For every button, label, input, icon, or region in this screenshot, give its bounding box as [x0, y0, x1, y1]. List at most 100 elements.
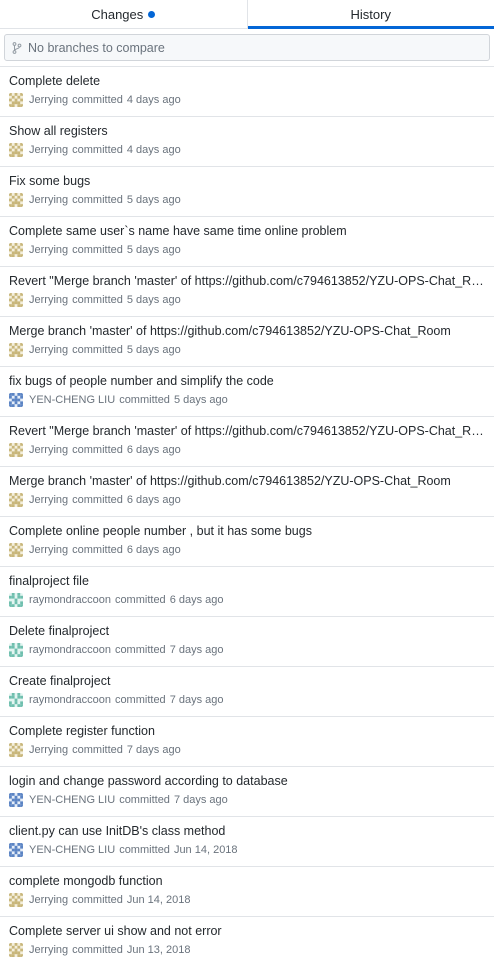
commit-time: 6 days ago: [126, 444, 181, 456]
commit-time: 7 days ago: [169, 644, 224, 656]
commit-attribution: Jerrying committed 4 days ago: [29, 93, 185, 107]
commit-verb: committed: [72, 144, 123, 156]
commit-time: 5 days ago: [126, 194, 181, 206]
commit-row[interactable]: fix bugs of people number and simplify t…: [0, 367, 494, 417]
commit-attribution: YEN-CHENG LIU committed Jun 14, 2018: [29, 843, 242, 857]
author-avatar-icon: [9, 393, 23, 407]
commit-time: 7 days ago: [169, 694, 224, 706]
author-avatar-icon: [9, 143, 23, 157]
commit-attribution: raymondraccoon committed 6 days ago: [29, 593, 228, 607]
author-avatar-icon: [9, 743, 23, 757]
commit-summary: Fix some bugs: [9, 174, 91, 188]
compare-bar: No branches to compare: [0, 29, 494, 67]
commit-meta: Jerrying committed 5 days ago: [9, 343, 486, 357]
commit-attribution: raymondraccoon committed 7 days ago: [29, 693, 228, 707]
commit-summary: Complete same user`s name have same time…: [9, 224, 347, 238]
commit-time: 5 days ago: [126, 244, 181, 256]
commit-row[interactable]: Revert "Merge branch 'master' of https:/…: [0, 267, 494, 317]
commit-summary: Complete online people number , but it h…: [9, 524, 312, 538]
commit-list: Complete delete Jerrying committed 4 days a…: [0, 67, 494, 962]
commit-author: Jerrying: [29, 494, 69, 506]
commit-author: Jerrying: [29, 344, 69, 356]
commit-row[interactable]: login and change password according to d…: [0, 767, 494, 817]
commit-summary: Create finalproject: [9, 674, 111, 688]
commit-row[interactable]: Complete server ui show and not error Jer…: [0, 917, 494, 962]
commit-meta: Jerrying committed 5 days ago: [9, 243, 486, 257]
branch-compare-input[interactable]: No branches to compare: [4, 34, 490, 61]
tab-history[interactable]: History: [247, 0, 494, 29]
commit-meta: raymondraccoon committed 6 days ago: [9, 593, 486, 607]
commit-attribution: Jerrying committed 6 days ago: [29, 443, 185, 457]
author-avatar-icon: [9, 193, 23, 207]
commit-row[interactable]: Revert "Merge branch 'master' of https:/…: [0, 417, 494, 467]
commit-row[interactable]: Create finalproject raymondraccoon committ…: [0, 667, 494, 717]
commit-meta: Jerrying committed 6 days ago: [9, 543, 486, 557]
commit-time: 5 days ago: [126, 294, 181, 306]
commit-summary: client.py can use InitDB's class method: [9, 824, 226, 838]
commit-verb: committed: [72, 344, 123, 356]
commit-verb: committed: [72, 744, 123, 756]
commit-verb: committed: [119, 844, 170, 856]
commit-summary: Complete server ui show and not error: [9, 924, 222, 938]
tab-changes[interactable]: Changes: [0, 0, 248, 28]
commit-time: 6 days ago: [169, 594, 224, 606]
commit-row[interactable]: finalproject file raymondraccoon committed…: [0, 567, 494, 617]
commit-summary: Complete register function: [9, 724, 155, 738]
commit-meta: YEN-CHENG LIU committed 5 days ago: [9, 393, 486, 407]
commit-attribution: Jerrying committed Jun 13, 2018: [29, 943, 195, 957]
commit-meta: Jerrying committed 5 days ago: [9, 293, 486, 307]
commit-time: 4 days ago: [126, 94, 181, 106]
commit-summary: finalproject file: [9, 574, 89, 588]
commit-row[interactable]: Complete same user`s name have same time…: [0, 217, 494, 267]
commit-author: YEN-CHENG LIU: [29, 844, 116, 856]
commit-verb: committed: [119, 794, 170, 806]
commit-summary: login and change password according to d…: [9, 774, 288, 788]
author-avatar-icon: [9, 293, 23, 307]
commit-summary: Revert "Merge branch 'master' of https:/…: [9, 424, 486, 438]
commit-verb: committed: [114, 594, 166, 606]
commit-attribution: Jerrying committed 4 days ago: [29, 143, 185, 157]
commit-attribution: YEN-CHENG LIU committed 7 days ago: [29, 793, 232, 807]
commit-verb: committed: [72, 94, 123, 106]
commit-author: raymondraccoon: [29, 694, 111, 706]
commit-summary: Merge branch 'master' of https://github.…: [9, 474, 451, 488]
commit-summary: Revert "Merge branch 'master' of https:/…: [9, 274, 486, 288]
commit-row[interactable]: Merge branch 'master' of https://github.…: [0, 467, 494, 517]
commit-row[interactable]: Fix some bugs Jerrying committed 5 days ago: [0, 167, 494, 217]
commit-row[interactable]: Complete delete Jerrying committed 4 days a…: [0, 67, 494, 117]
commit-time: 5 days ago: [173, 394, 228, 406]
commit-attribution: Jerrying committed Jun 14, 2018: [29, 893, 195, 907]
tab-changes-label: Changes: [91, 6, 144, 22]
author-avatar-icon: [9, 693, 23, 707]
commit-summary: Show all registers: [9, 124, 108, 138]
commit-row[interactable]: client.py can use InitDB's class method Y…: [0, 817, 494, 867]
commit-summary: Merge branch 'master' of https://github.…: [9, 324, 451, 338]
commit-row[interactable]: complete mongodb function Jerrying committ…: [0, 867, 494, 917]
commit-time: 5 days ago: [126, 344, 181, 356]
commit-verb: committed: [72, 444, 123, 456]
author-avatar-icon: [9, 643, 23, 657]
commit-meta: Jerrying committed 4 days ago: [9, 143, 486, 157]
commit-row[interactable]: Delete finalproject raymondraccoon committ…: [0, 617, 494, 667]
commit-attribution: Jerrying committed 5 days ago: [29, 343, 185, 357]
commit-meta: YEN-CHENG LIU committed Jun 14, 2018: [9, 843, 486, 857]
commit-author: raymondraccoon: [29, 644, 111, 656]
commit-row[interactable]: Complete online people number , but it h…: [0, 517, 494, 567]
commit-row[interactable]: Merge branch 'master' of https://github.…: [0, 317, 494, 367]
commit-row[interactable]: Show all registers Jerrying committed 4 day…: [0, 117, 494, 167]
commit-attribution: Jerrying committed 6 days ago: [29, 543, 185, 557]
commit-author: YEN-CHENG LIU: [29, 794, 116, 806]
commit-verb: committed: [72, 894, 123, 906]
commit-attribution: Jerrying committed 5 days ago: [29, 193, 185, 207]
commit-verb: committed: [119, 394, 170, 406]
commit-meta: raymondraccoon committed 7 days ago: [9, 693, 486, 707]
commit-author: Jerrying: [29, 294, 69, 306]
commit-author: Jerrying: [29, 744, 69, 756]
author-avatar-icon: [9, 793, 23, 807]
tab-history-label: History: [350, 6, 391, 22]
branch-compare-placeholder: No branches to compare: [28, 40, 165, 55]
commit-attribution: Jerrying committed 5 days ago: [29, 243, 185, 257]
commit-verb: committed: [72, 944, 123, 956]
commit-row[interactable]: Complete register function Jerrying commit…: [0, 717, 494, 767]
commit-author: Jerrying: [29, 444, 69, 456]
